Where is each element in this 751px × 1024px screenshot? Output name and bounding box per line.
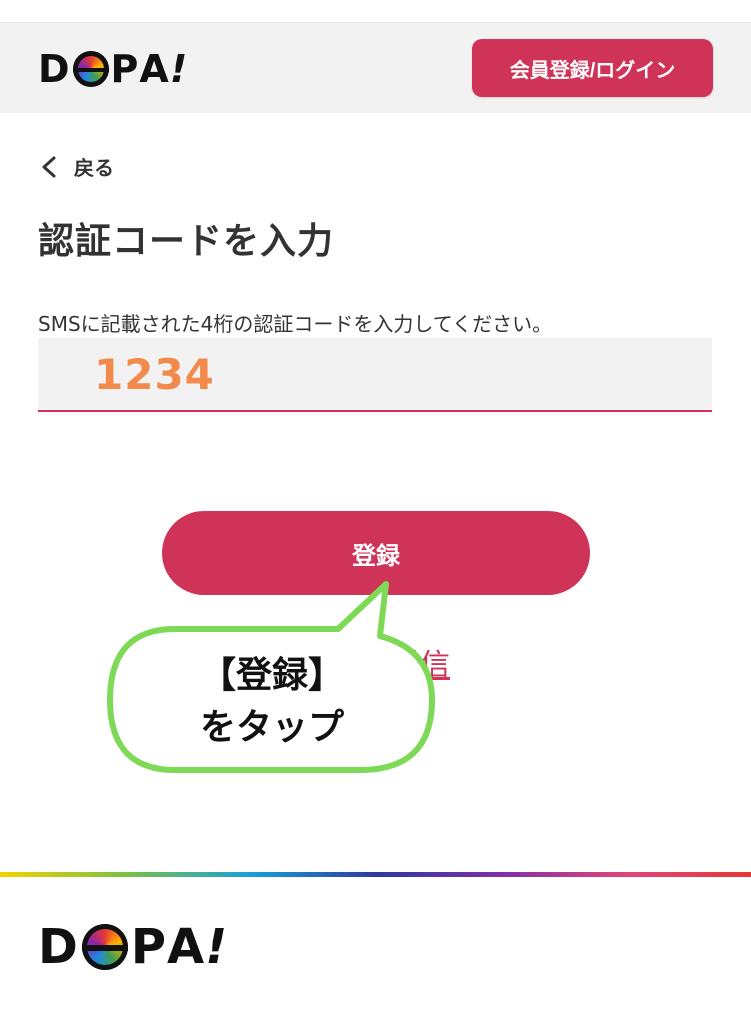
callout-line-2: をタップ (199, 707, 344, 748)
logo-ball-icon (81, 924, 128, 970)
chevron-left-icon (42, 156, 56, 177)
page-title: 認証コードを入力 (38, 221, 335, 262)
rainbow-divider (0, 872, 751, 877)
logo-letter-p: P (130, 919, 168, 975)
logo-letter-a: A (167, 919, 206, 975)
verification-code-input[interactable] (38, 338, 712, 412)
site-header: D P A ! 会員登録/ログイン (0, 22, 751, 113)
logo-letter-d: D (38, 919, 79, 975)
logo-bolt-icon: ! (205, 919, 229, 975)
register-login-button[interactable]: 会員登録/ログイン (472, 39, 713, 97)
code-instructions: SMSに記載された4桁の認証コードを入力してください。 (38, 312, 553, 336)
logo-letter-a: A (139, 47, 170, 91)
register-button[interactable]: 登録 (162, 511, 590, 595)
logo-ball-icon (72, 51, 109, 87)
back-link[interactable]: 戻る (38, 152, 114, 181)
logo-letter-p: P (110, 47, 140, 91)
callout-text: 【登録】 をタップ (112, 650, 432, 754)
logo-bolt-icon: ! (169, 47, 189, 91)
callout-line-1: 【登録】 (199, 655, 344, 696)
back-label: 戻る (74, 156, 114, 180)
dopa-logo[interactable]: D P A ! (38, 47, 189, 91)
footer-dopa-logo[interactable]: D P A ! (38, 919, 229, 975)
logo-letter-d: D (38, 47, 71, 91)
